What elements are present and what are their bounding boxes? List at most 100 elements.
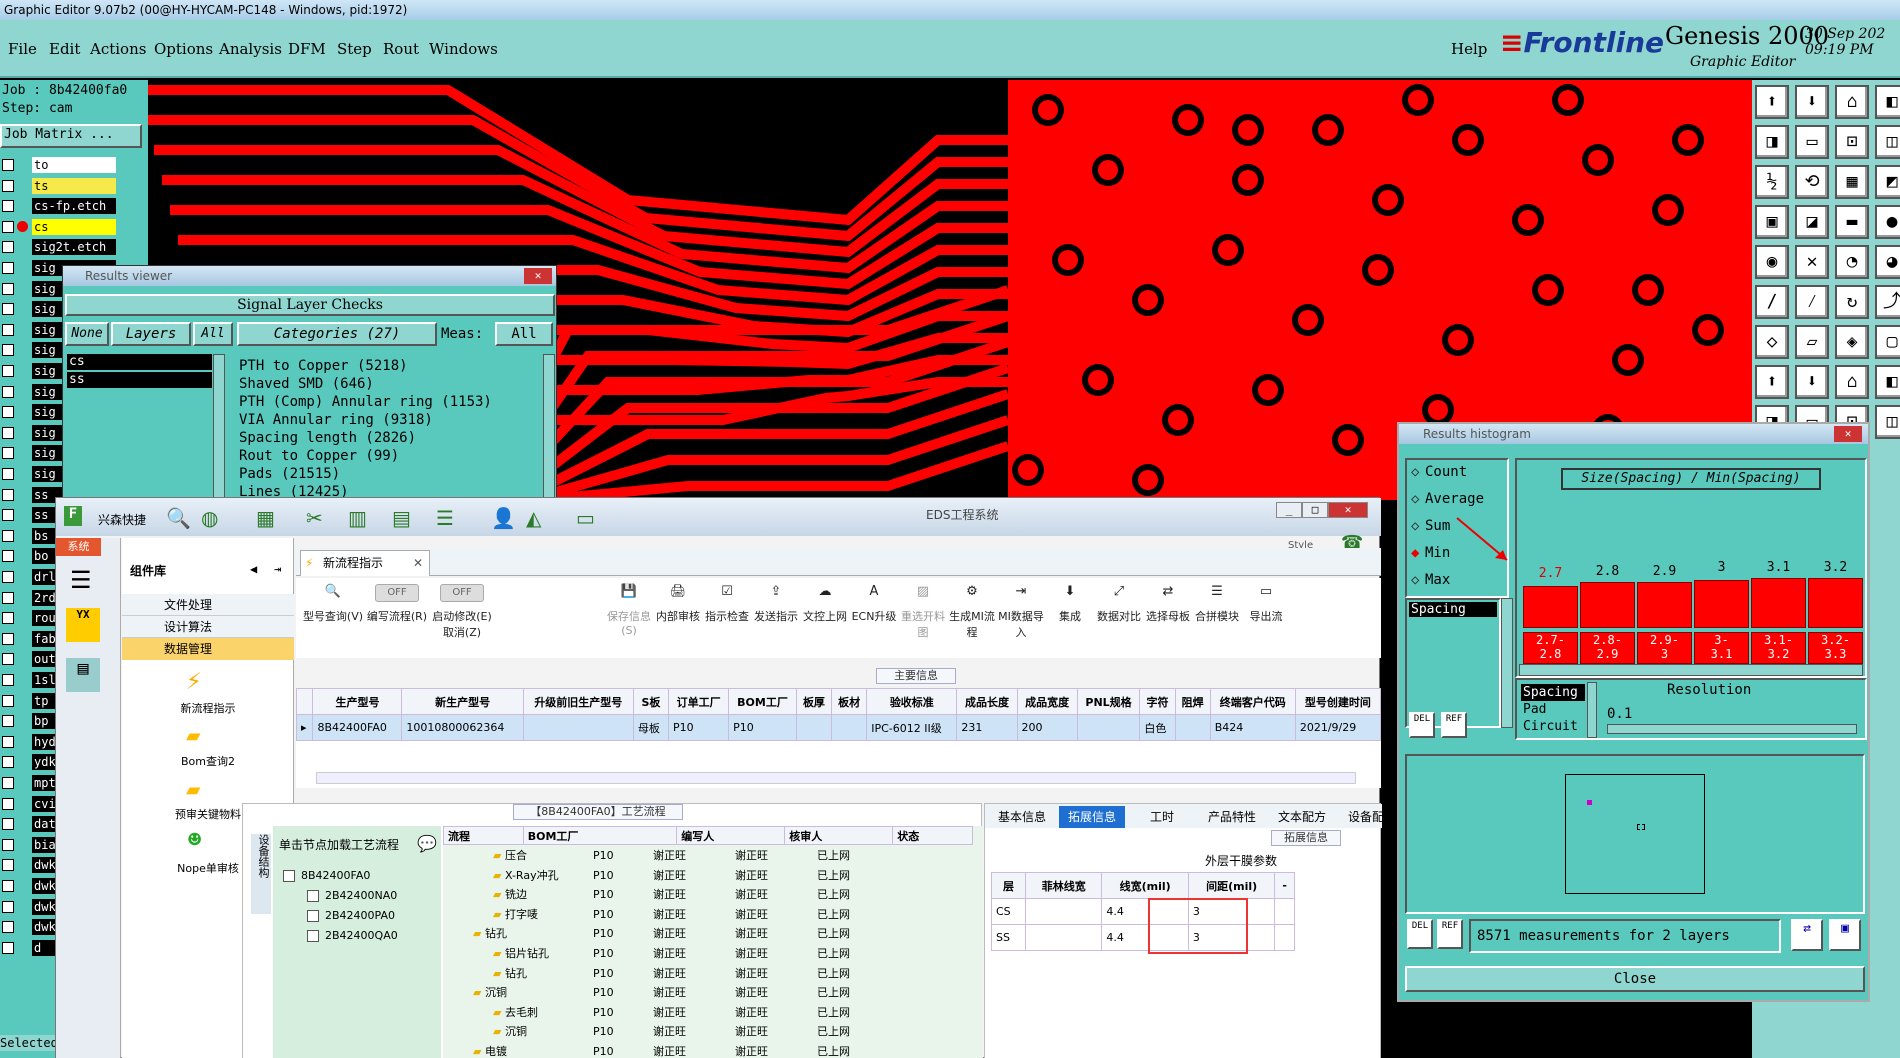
column-header[interactable]: 流程: [443, 826, 524, 845]
pin-icon[interactable]: ⇥: [274, 562, 281, 576]
bin-range[interactable]: 2.7- 2.8: [1523, 632, 1578, 664]
bin-range[interactable]: 3- 3.1: [1694, 632, 1749, 664]
line-icon[interactable]: ⁄: [1795, 285, 1829, 319]
cancel-label[interactable]: 取消(Z): [431, 624, 493, 640]
checkbox[interactable]: [307, 930, 319, 942]
layer-checkbox[interactable]: [2, 612, 14, 625]
category-item[interactable]: VIA Annular ring (9318): [239, 411, 539, 429]
layer-checkbox[interactable]: [2, 447, 14, 460]
table-cell[interactable]: 8B42400FA0: [312, 714, 403, 741]
checkbox[interactable]: [307, 910, 319, 922]
bin-range[interactable]: 2.8- 2.9: [1580, 632, 1635, 664]
layer-checkbox[interactable]: [2, 838, 14, 851]
table-cell[interactable]: 200: [1016, 714, 1078, 741]
file-processing-item[interactable]: 文件处理: [122, 594, 294, 616]
design-algorithm-item[interactable]: 设计算法: [122, 616, 294, 638]
option-min[interactable]: ◆ Min: [1411, 545, 1450, 561]
table-cell[interactable]: [1076, 714, 1141, 741]
info-tab[interactable]: 拓展信息: [1059, 806, 1125, 828]
monitor-icon[interactable]: ▭: [576, 506, 595, 530]
film-icon[interactable]: ▥: [348, 506, 367, 530]
data-management-item[interactable]: 数据管理: [122, 638, 294, 660]
column-header[interactable]: 升级前旧生产型号: [522, 688, 634, 715]
menu-step[interactable]: Step: [337, 40, 372, 58]
horizontal-scrollbar[interactable]: [316, 772, 1356, 784]
column-header[interactable]: 编写人: [676, 826, 786, 845]
resolution-slider[interactable]: [1607, 724, 1857, 734]
del-button[interactable]: DEL: [1409, 712, 1435, 738]
table-cell[interactable]: P10: [668, 714, 730, 741]
route-icon[interactable]: ⤴: [1875, 285, 1900, 319]
table-row[interactable]: ▰ 铝片钻孔 P10 谢正旺 谢正旺 已上网: [443, 944, 893, 963]
column-header[interactable]: S板: [632, 688, 670, 715]
layer-checkbox[interactable]: [2, 468, 14, 480]
category-item[interactable]: Spacing length (2826): [239, 429, 539, 447]
option-count[interactable]: ◇ Count: [1411, 464, 1467, 480]
table-row[interactable]: ▰ 钻孔 P10 谢正旺 谢正旺 已上网: [443, 964, 893, 983]
layer-checkbox[interactable]: [2, 653, 14, 666]
type-item[interactable]: Pad: [1521, 701, 1585, 718]
layer-list-scrollbar[interactable]: [213, 354, 225, 504]
column-header[interactable]: 状态: [892, 826, 973, 845]
list-icon[interactable]: ☰: [436, 506, 454, 530]
column-header[interactable]: 板厚: [795, 688, 833, 715]
category-item[interactable]: PTH to Copper (5218): [239, 357, 539, 375]
layer-checkbox[interactable]: [2, 344, 14, 357]
search-icon[interactable]: 🔍: [166, 506, 191, 530]
table-row[interactable]: ▰ 去毛刺 P10 谢正旺 谢正旺 已上网: [443, 1003, 893, 1022]
table-cell[interactable]: IPC-6012 II级: [866, 714, 958, 741]
integrate-button[interactable]: ⬇ 集成: [1046, 584, 1094, 654]
info-tab[interactable]: 基本信息: [989, 806, 1055, 828]
table-cell[interactable]: [1025, 898, 1103, 925]
globe-icon[interactable]: ◍: [201, 506, 218, 530]
merge-button[interactable]: ☰ 合拼模块: [1193, 584, 1241, 654]
layer-checkbox[interactable]: [2, 591, 14, 604]
column-header[interactable]: -: [1274, 872, 1295, 899]
layer-checkbox[interactable]: [2, 900, 14, 913]
panel-icon[interactable]: ◪: [1795, 205, 1829, 239]
type-item[interactable]: Circuit: [1521, 718, 1585, 735]
area-chart-icon[interactable]: ◭: [526, 506, 541, 530]
layer-checkbox[interactable]: [2, 694, 14, 707]
column-header[interactable]: 字符: [1139, 688, 1176, 715]
menu-file[interactable]: File: [8, 40, 37, 58]
layer-checkbox[interactable]: [2, 200, 14, 213]
export-icon[interactable]: ⇄: [1791, 919, 1823, 951]
layer-checkbox[interactable]: [2, 921, 14, 934]
close-tab-icon[interactable]: ✕: [413, 551, 423, 575]
save-info-button[interactable]: 💾 保存信息(S): [605, 584, 653, 654]
column-header[interactable]: 层: [990, 872, 1027, 899]
system-tab[interactable]: 系统: [56, 538, 101, 556]
table-row[interactable]: ▰ 铣边 P10 谢正旺 谢正旺 已上网: [443, 885, 893, 904]
select-icon[interactable]: ▣: [1755, 205, 1789, 239]
category-item[interactable]: Shaved SMD (646): [239, 375, 539, 393]
column-header[interactable]: 生产型号: [312, 688, 403, 715]
table-cell[interactable]: 2021/9/29: [1294, 714, 1382, 741]
option-average[interactable]: ◇ Average: [1411, 491, 1484, 507]
undo-icon[interactable]: ⟲: [1795, 165, 1829, 199]
reselect-button[interactable]: ▨ 重选开料图: [899, 584, 947, 654]
layer-checkbox[interactable]: [2, 282, 14, 295]
menu-help[interactable]: Help: [1451, 40, 1487, 58]
folder-icon[interactable]: ▰: [186, 721, 200, 749]
layer-checkbox[interactable]: [2, 735, 14, 748]
table-row[interactable]: ▰ 沉铜 P10 谢正旺 谢正旺 已上网: [443, 983, 893, 1002]
person-icon[interactable]: ☻: [188, 828, 201, 853]
menu-edit[interactable]: Edit: [49, 40, 80, 58]
layer-checkbox[interactable]: [2, 880, 14, 892]
layer-checkbox[interactable]: [2, 777, 14, 789]
device-structure-tab[interactable]: 设备结构: [251, 834, 271, 914]
column-header[interactable]: 终端客户代码: [1209, 688, 1296, 715]
layer-row[interactable]: to: [0, 156, 120, 174]
chart-icon[interactable]: ▤: [392, 506, 411, 530]
checkbox[interactable]: [283, 870, 295, 882]
close-icon[interactable]: ✕: [1834, 426, 1862, 442]
option-max[interactable]: ◇ Max: [1411, 572, 1450, 588]
column-header[interactable]: 成品长度: [956, 688, 1018, 715]
type-item[interactable]: Spacing: [1521, 684, 1585, 701]
histogram-bar[interactable]: [1637, 582, 1692, 628]
column-header[interactable]: 菲林线宽: [1025, 872, 1103, 899]
collapse-icon[interactable]: ◀: [250, 562, 257, 576]
layer-checkbox[interactable]: [2, 488, 14, 501]
menu-dfm[interactable]: DFM: [288, 40, 326, 58]
